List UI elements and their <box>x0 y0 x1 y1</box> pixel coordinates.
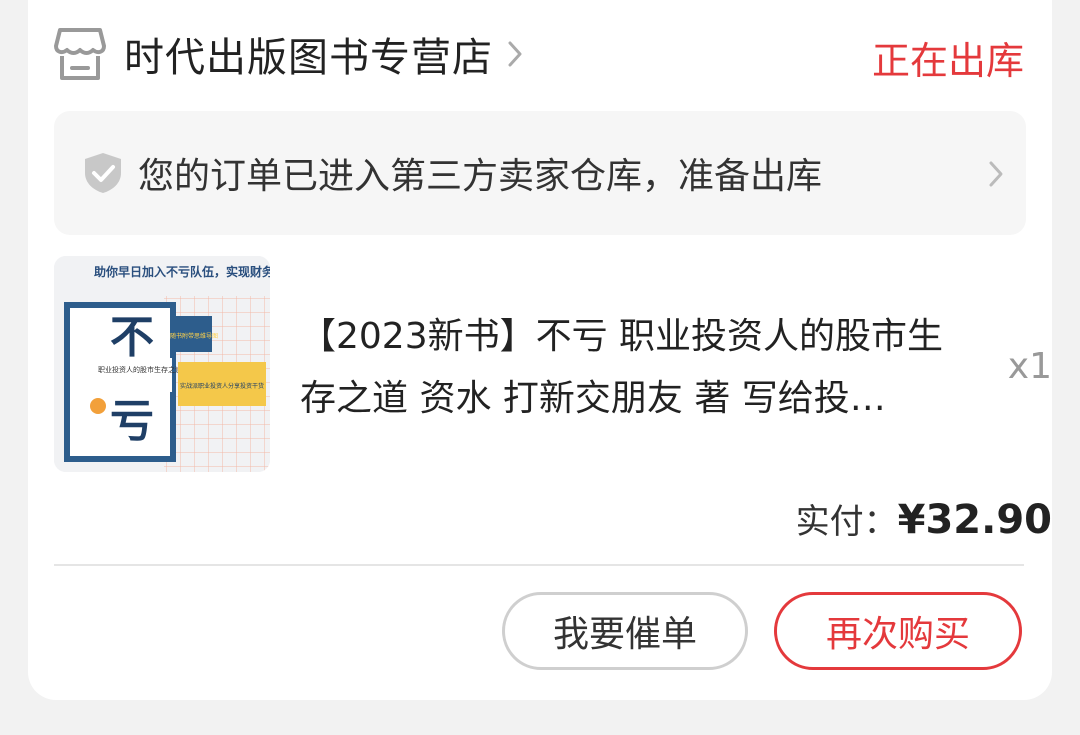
book-cover-image: 助你早日加入不亏队伍，实现财务自由！ 不 亏 职业投资人的股市生存之道 随书附带… <box>54 256 270 472</box>
shield-check-icon <box>85 153 121 193</box>
store-header[interactable]: 时代出版图书专营店 正在出库 <box>54 22 1024 86</box>
buy-again-button[interactable]: 再次购买 <box>774 592 1022 670</box>
order-status: 正在出库 <box>871 39 1024 83</box>
paid-label: 实付： <box>795 502 898 542</box>
notice-text: 您的订单已进入第三方卖家仓库，准备出库 <box>138 156 823 197</box>
store-icon <box>54 28 106 80</box>
cover-tag: 随书附带思维导图 <box>170 332 218 340</box>
cover-subtitle: 职业投资人的股市生存之道 <box>98 365 182 374</box>
chevron-right-icon <box>989 161 1003 187</box>
product-quantity: x1 <box>1007 346 1052 387</box>
store-name[interactable]: 时代出版图书专营店 <box>124 25 493 83</box>
chevron-right-icon <box>508 41 522 67</box>
paid-amount: ¥32.90 <box>897 497 1052 543</box>
logistics-notice[interactable]: 您的订单已进入第三方卖家仓库，准备出库 <box>54 111 1026 235</box>
cover-slogan: 实战派职业投资人分享投资干货 <box>180 382 264 390</box>
cover-banner: 助你早日加入不亏队伍，实现财务自由！ <box>94 264 270 279</box>
cover-char-2: 亏 <box>110 396 154 447</box>
cover-char-1: 不 <box>110 312 154 363</box>
payment-summary: 实付： ¥32.90 <box>796 494 1052 543</box>
product-image[interactable]: 助你早日加入不亏队伍，实现财务自由！ 不 亏 职业投资人的股市生存之道 随书附带… <box>54 256 270 472</box>
divider <box>54 564 1024 566</box>
product-title[interactable]: 【2023新书】不亏 职业投资人的股市生存之道 资水 打新交朋友 著 写给投… <box>300 306 960 430</box>
urge-order-button[interactable]: 我要催单 <box>502 592 748 670</box>
order-card: 时代出版图书专营店 正在出库 您的订单已进入第三方卖家仓库，准备出库 助你早日加… <box>28 0 1052 700</box>
